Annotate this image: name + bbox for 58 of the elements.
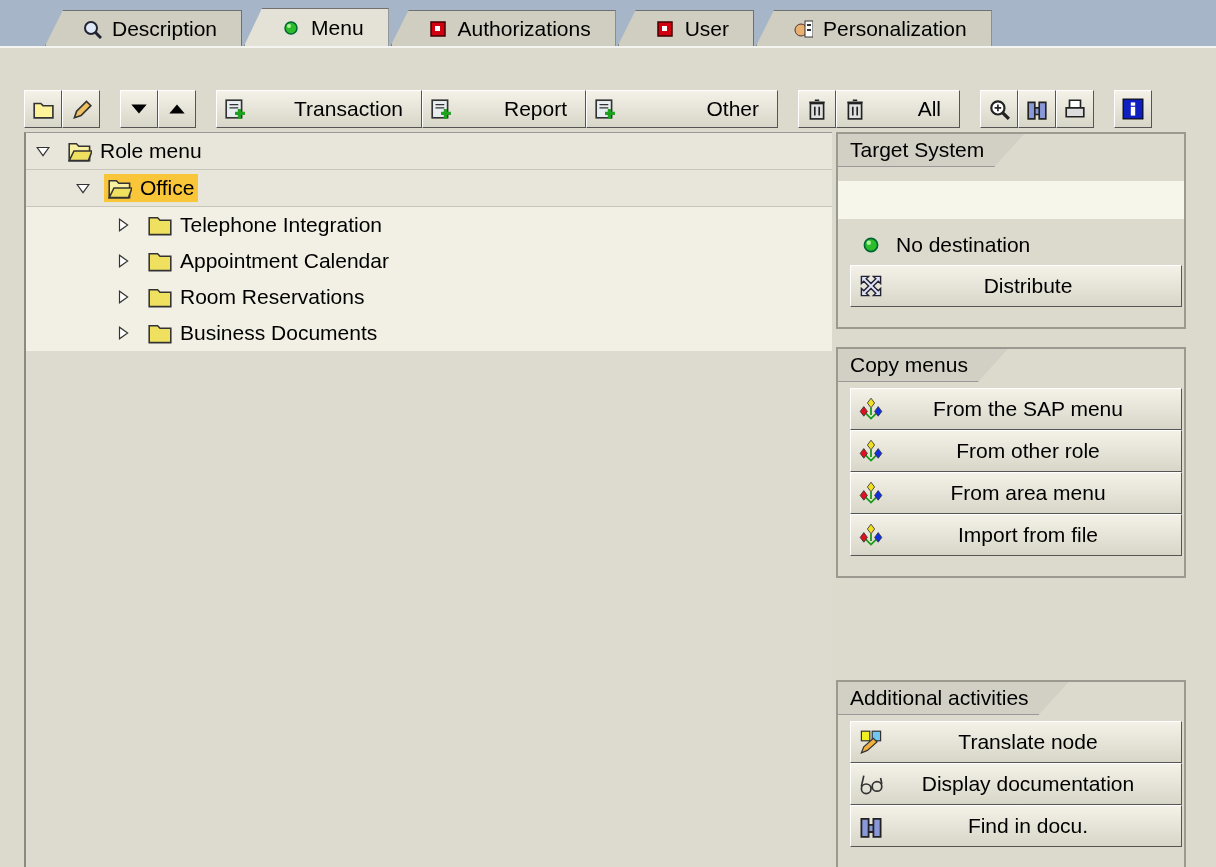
printer-icon [1064, 98, 1086, 120]
tab[interactable]: Personalization [756, 10, 992, 46]
tree-node[interactable]: Role menu [64, 137, 206, 165]
hierarchy-icon [859, 523, 883, 547]
tab[interactable]: Menu [244, 8, 389, 46]
target-system-field[interactable] [838, 181, 1184, 219]
stop-square-icon [654, 18, 675, 39]
add-document-icon [224, 98, 246, 120]
down-arrow-button[interactable] [120, 90, 158, 128]
expand-triangle-icon[interactable] [116, 326, 130, 340]
person-card-icon [793, 18, 813, 39]
collapse-triangle-icon[interactable] [36, 144, 50, 158]
up-arrow-button[interactable] [158, 90, 196, 128]
status-text: No destination [896, 233, 1031, 257]
expand-triangle-icon[interactable] [116, 290, 130, 304]
add-document-icon [430, 98, 452, 120]
zoom-in-icon [988, 98, 1010, 120]
action-button[interactable]: Display documentation [850, 763, 1182, 805]
action-button[interactable]: Import from file [850, 514, 1182, 556]
group-title: Additional activities [838, 682, 1069, 715]
expand-arrows-icon [859, 274, 883, 298]
binoculars-button[interactable] [1018, 90, 1056, 128]
trash-icon [806, 98, 828, 120]
toolbar-button[interactable]: Other [586, 90, 778, 128]
hierarchy-icon [859, 481, 883, 505]
pencil-button[interactable] [62, 90, 100, 128]
toolbar-button[interactable]: All [836, 90, 960, 128]
group-title: Target System [838, 134, 1025, 167]
hierarchy-icon [859, 397, 883, 421]
action-button[interactable]: Translate node [850, 721, 1182, 763]
translate-pencil-icon [859, 730, 883, 754]
tab[interactable]: Description [45, 10, 243, 46]
group-title: Copy menus [838, 349, 1008, 382]
trash-button[interactable] [798, 90, 836, 128]
action-button[interactable]: Find in docu. [850, 805, 1182, 847]
add-document-icon [594, 98, 616, 120]
hierarchy-icon [859, 439, 883, 463]
trash-icon [844, 98, 866, 120]
expand-triangle-icon[interactable] [116, 218, 130, 232]
collapse-triangle-icon[interactable] [76, 181, 90, 195]
folder-button[interactable] [24, 90, 62, 128]
tree-node[interactable]: Office [104, 174, 199, 202]
zoom-in-button[interactable] [980, 90, 1018, 128]
printer-button[interactable] [1056, 90, 1094, 128]
toolbar-button[interactable]: Transaction [216, 90, 422, 128]
expand-triangle-icon[interactable] [116, 254, 130, 268]
pencil-icon [70, 98, 92, 120]
tab[interactable]: Authorizations [390, 10, 616, 46]
toolbar-button[interactable]: Report [422, 90, 586, 128]
action-button[interactable]: From other role [850, 430, 1182, 472]
action-button[interactable]: Distribute [850, 265, 1182, 307]
action-button[interactable]: From the SAP menu [850, 388, 1182, 430]
info-button[interactable] [1114, 90, 1152, 128]
action-button[interactable]: From area menu [850, 472, 1182, 514]
stop-square-icon [427, 18, 448, 39]
info-icon [1122, 98, 1144, 120]
magnifier-icon [82, 18, 102, 39]
tab[interactable]: User [617, 10, 754, 46]
